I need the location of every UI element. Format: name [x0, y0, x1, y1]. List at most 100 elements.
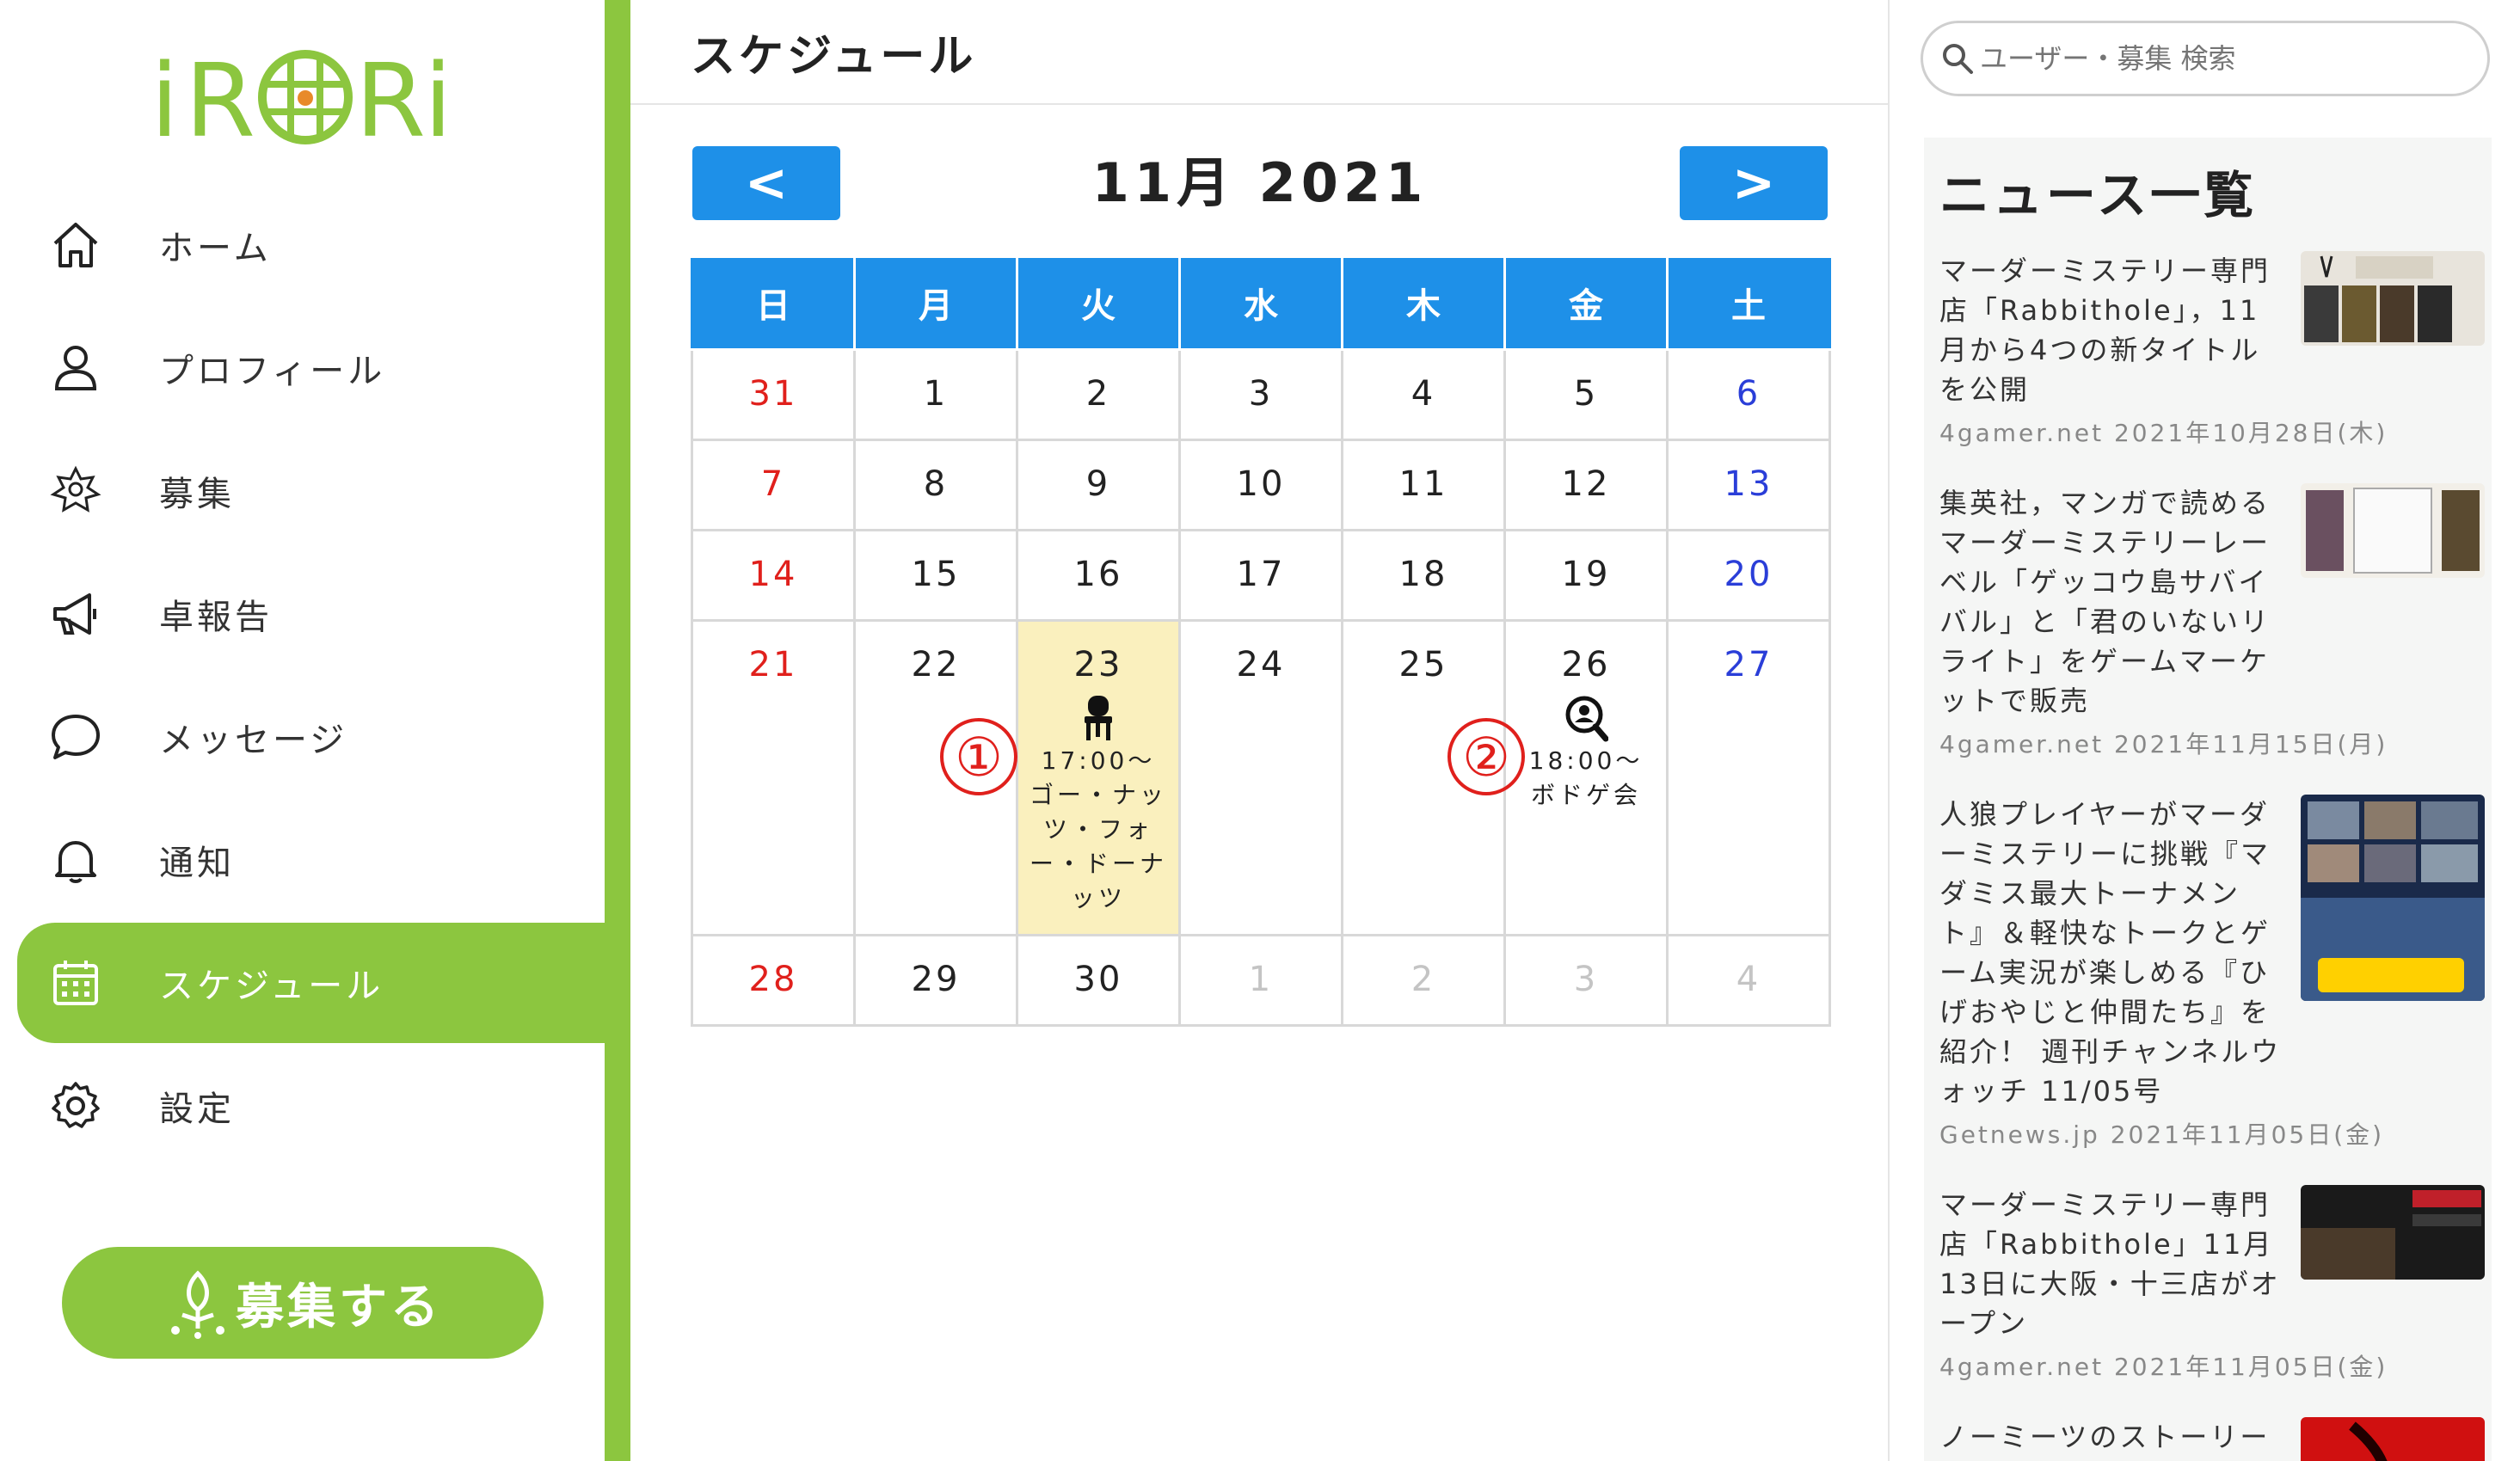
day-number: 23: [1073, 644, 1123, 684]
calendar-day[interactable]: 7: [691, 438, 856, 531]
news-item[interactable]: 人狼プレイヤーがマーダーミステリーに挑戦『マダミス最大トーナメント』＆軽快なトー…: [1939, 795, 2485, 1151]
calendar-icon: [48, 955, 103, 1010]
news-headline: マーダーミステリー専門店「Rabbithole」11月13日に大阪・十三店がオー…: [1939, 1188, 2281, 1340]
page-title: スケジュール: [691, 30, 977, 83]
sidebar-item-label: 設定: [159, 1090, 235, 1129]
app-root: i R R i ホーム プロフィール 募集 卓報告 メッセージ 通知 スケジュー…: [0, 0, 2520, 1461]
calendar-day[interactable]: 14: [691, 528, 856, 622]
search-box[interactable]: [1921, 21, 2490, 96]
calendar-event[interactable]: 18:00～ ボドゲ会: [1506, 694, 1666, 813]
calendar-day-selected[interactable]: 23 17:00～ ゴー・ナッツ・フォー・ドーナッツ: [1016, 618, 1181, 936]
calendar-day[interactable]: 19: [1503, 528, 1669, 622]
news-thumbnail: [2301, 795, 2485, 1001]
news-item[interactable]: マーダーミステリー専門店「Rabbithole」11月13日に大阪・十三店がオー…: [1939, 1185, 2485, 1383]
calendar-week: 14 15 16 17 18 19 20: [691, 528, 1831, 622]
calendar-day[interactable]: 2: [1341, 933, 1506, 1027]
day-number: 22: [911, 644, 961, 684]
sidebar-item-label: プロフィール: [159, 352, 386, 391]
calendar-day[interactable]: 24: [1178, 618, 1343, 936]
weekday-thu: 木: [1341, 258, 1506, 351]
sidebar-item-label: 通知: [159, 844, 235, 883]
calendar-day[interactable]: 29: [853, 933, 1018, 1027]
calendar-day[interactable]: 31: [691, 347, 856, 441]
gear-icon: [48, 1078, 103, 1133]
calendar-day[interactable]: 17: [1178, 528, 1343, 622]
news-item[interactable]: ノーミーツのストーリー: [1939, 1417, 2485, 1461]
search-input[interactable]: [1980, 42, 2462, 75]
calendar-day[interactable]: 4: [1666, 933, 1831, 1027]
chair-icon: [1076, 694, 1121, 742]
calendar-day[interactable]: 9: [1016, 438, 1181, 531]
sidebar-item-messages[interactable]: メッセージ: [17, 677, 605, 797]
megaphone-icon: [48, 586, 103, 641]
sidebar: i R R i ホーム プロフィール 募集 卓報告 メッセージ 通知 スケジュー…: [0, 0, 628, 1461]
calendar-day[interactable]: 18: [1341, 528, 1506, 622]
calendar-day[interactable]: 2: [1016, 347, 1181, 441]
calendar-day[interactable]: 27: [1666, 618, 1831, 936]
app-logo[interactable]: i R R i: [151, 41, 460, 144]
user-icon: [48, 341, 103, 396]
calendar-day[interactable]: 4: [1341, 347, 1506, 441]
day-number: 21: [748, 644, 798, 684]
calendar-day[interactable]: 20: [1666, 528, 1831, 622]
weekday-fri: 金: [1503, 258, 1669, 351]
right-sidebar: ニュース一覧 マーダーミステリー専門店「Rabbithole」，11月から4つの…: [1891, 0, 2520, 1461]
news-meta: 4gamer.net 2021年11月05日(金): [1939, 1353, 2388, 1381]
sidebar-item-profile[interactable]: プロフィール: [17, 308, 605, 428]
recruit-sprout-icon: [171, 1270, 224, 1339]
annotation-marker-1: ①: [940, 718, 1017, 795]
calendar-week: 7 8 9 10 11 12 13: [691, 438, 1831, 531]
calendar-day[interactable]: 1: [853, 347, 1018, 441]
calendar-day[interactable]: 13: [1666, 438, 1831, 531]
event-title: ゴー・ナッツ・フォー・ドーナッツ: [1029, 780, 1167, 912]
day-number: 9: [1085, 463, 1111, 504]
calendar-day[interactable]: 8: [853, 438, 1018, 531]
calendar-day[interactable]: 6: [1666, 347, 1831, 441]
news-thumbnail: [2301, 1185, 2485, 1280]
day-number: 2: [1411, 959, 1436, 999]
calendar-day[interactable]: 15: [853, 528, 1018, 622]
news-item[interactable]: マーダーミステリー専門店「Rabbithole」，11月から4つの新タイトルを公…: [1939, 251, 2485, 449]
calendar-day[interactable]: 1: [1178, 933, 1343, 1027]
calendar-event[interactable]: 17:00～ ゴー・ナッツ・フォー・ドーナッツ: [1018, 694, 1178, 916]
news-thumbnail: [2301, 251, 2485, 346]
sidebar-item-label: 募集: [159, 475, 235, 514]
calendar-day[interactable]: 16: [1016, 528, 1181, 622]
next-month-button[interactable]: >: [1680, 146, 1828, 220]
calendar-day[interactable]: 3: [1503, 933, 1669, 1027]
weekday-sat: 土: [1666, 258, 1831, 351]
sidebar-item-label: ホーム: [159, 229, 272, 268]
calendar-day[interactable]: 12: [1503, 438, 1669, 531]
sidebar-item-report[interactable]: 卓報告: [17, 554, 605, 674]
day-number: 20: [1724, 554, 1773, 594]
day-number: 10: [1236, 463, 1286, 504]
sidebar-item-home[interactable]: ホーム: [17, 185, 605, 305]
news-item[interactable]: 集英社，マンガで読めるマーダーミステリーレーベル「ゲッコウ島サバイバル」と「君の…: [1939, 483, 2485, 760]
sidebar-item-settings[interactable]: 設定: [17, 1046, 605, 1166]
month-label: 11月 2021: [1091, 151, 1429, 214]
sidebar-item-schedule[interactable]: スケジュール: [17, 923, 605, 1043]
annotation-marker-2: ②: [1447, 718, 1525, 795]
calendar-day[interactable]: 5: [1503, 347, 1669, 441]
calendar-day[interactable]: 30: [1016, 933, 1181, 1027]
news-headline: マーダーミステリー専門店「Rabbithole」，11月から4つの新タイトルを公…: [1939, 255, 2271, 406]
sidebar-item-recruit[interactable]: 募集: [17, 431, 605, 551]
calendar-day[interactable]: 11: [1341, 438, 1506, 531]
sidebar-item-notifications[interactable]: 通知: [17, 800, 605, 920]
sidebar-divider: [605, 0, 630, 1461]
day-number: 16: [1073, 554, 1123, 594]
recruit-button[interactable]: 募集する: [62, 1247, 544, 1359]
sidebar-item-label: メッセージ: [159, 721, 348, 760]
day-number: 7: [760, 463, 786, 504]
calendar-day[interactable]: 10: [1178, 438, 1343, 531]
calendar-day[interactable]: 3: [1178, 347, 1343, 441]
news-headline: 集英社，マンガで読めるマーダーミステリーレーベル「ゲッコウ島サバイバル」と「君の…: [1939, 487, 2271, 717]
calendar-day[interactable]: 28: [691, 933, 856, 1027]
sidebar-item-label: 卓報告: [159, 598, 273, 637]
calendar-day[interactable]: 26 18:00～ ボドゲ会: [1503, 618, 1669, 936]
calendar-day[interactable]: 21: [691, 618, 856, 936]
sidebar-item-label: スケジュール: [159, 967, 384, 1006]
day-number: 3: [1573, 959, 1599, 999]
day-number: 18: [1398, 554, 1448, 594]
recruit-icon: [48, 463, 103, 519]
